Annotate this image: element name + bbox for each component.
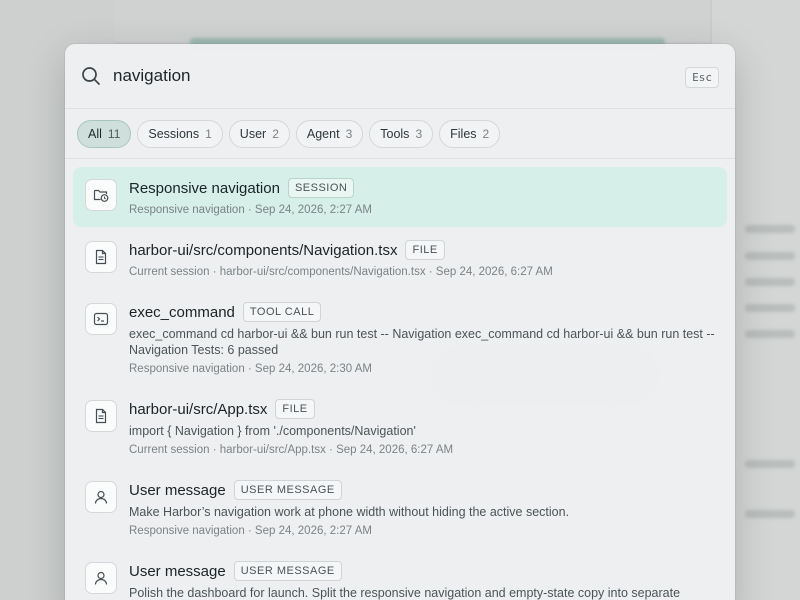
result-title: User message <box>129 481 226 499</box>
result-title: harbor-ui/src/App.tsx <box>129 400 268 418</box>
filter-label: Files <box>450 126 477 141</box>
background-header <box>115 0 710 42</box>
user-icon <box>85 562 117 594</box>
filter-chip-tools[interactable]: Tools 3 <box>369 119 434 148</box>
background-line <box>745 252 795 260</box>
result-snippet: Polish the dashboard for launch. Split t… <box>129 586 681 600</box>
filter-count: 1 <box>205 126 212 141</box>
filter-chips: All 11 Sessions 1 User 2 Agent 3 Tools 3 File… <box>65 109 735 159</box>
result-title: harbor-ui/src/components/Navigation.tsx <box>129 241 398 259</box>
filter-label: User <box>239 126 267 141</box>
user-icon <box>85 481 117 513</box>
results-list: Responsive navigation SESSION Responsive… <box>65 159 735 600</box>
filter-count: 3 <box>415 126 423 141</box>
search-bar: navigation Esc <box>65 44 735 109</box>
result-snippet: exec_command cd harbor-ui && bun run tes… <box>129 327 715 357</box>
filter-label: Sessions <box>148 126 200 141</box>
filter-chip-all[interactable]: All 11 <box>77 119 132 148</box>
result-item[interactable]: Responsive navigation SESSION Responsive… <box>73 167 727 227</box>
result-meta: Responsive navigation · Sep 24, 2026, 2:… <box>129 204 372 216</box>
result-title: Responsive navigation <box>129 179 280 197</box>
filter-chip-files[interactable]: Files 2 <box>439 119 501 148</box>
filter-count: 2 <box>272 126 279 141</box>
filter-chip-agent[interactable]: Agent 3 <box>295 119 364 148</box>
result-item[interactable]: User message USER MESSAGE Polish the das… <box>73 550 727 600</box>
search-input[interactable]: navigation <box>113 66 719 86</box>
folder-clock-icon <box>85 179 117 211</box>
filter-label: Tools <box>380 126 410 141</box>
result-meta: Current session · harbor-ui/src/App.tsx … <box>129 444 454 456</box>
result-item[interactable]: exec_command TOOL CALL exec_command cd h… <box>73 291 727 386</box>
result-type-badge: USER MESSAGE <box>233 561 342 581</box>
result-type-badge: TOOL CALL <box>242 302 322 322</box>
background-line <box>745 460 795 468</box>
command-palette: navigation Esc All 11 Sessions 1 User 2 Age… <box>65 44 735 600</box>
background-line <box>745 304 795 312</box>
filter-label: All <box>88 126 102 141</box>
result-title: User message <box>129 562 226 580</box>
result-meta: Current session · harbor-ui/src/componen… <box>129 266 553 278</box>
search-icon <box>81 66 101 86</box>
result-title: exec_command <box>129 303 235 321</box>
file-icon <box>85 400 117 432</box>
filter-count: 11 <box>107 126 121 141</box>
background-line <box>745 510 795 518</box>
filter-chip-sessions[interactable]: Sessions 1 <box>137 119 223 148</box>
file-icon <box>85 241 117 273</box>
result-item[interactable]: User message USER MESSAGE Make Harbor’s … <box>73 469 727 548</box>
filter-chip-user[interactable]: User 2 <box>228 119 290 148</box>
result-meta: Responsive navigation · Sep 24, 2026, 2:… <box>129 525 372 537</box>
esc-button[interactable]: Esc <box>685 67 719 88</box>
result-type-badge: SESSION <box>287 178 355 198</box>
result-meta: Responsive navigation · Sep 24, 2026, 2:… <box>129 363 372 375</box>
result-snippet: import { Navigation } from './components… <box>129 424 416 438</box>
background-line <box>745 278 795 286</box>
filter-count: 2 <box>482 126 490 141</box>
result-type-badge: FILE <box>275 399 315 419</box>
result-snippet: Make Harbor’s navigation work at phone w… <box>129 505 570 519</box>
filter-count: 3 <box>345 126 353 141</box>
background-line <box>745 225 795 233</box>
result-item[interactable]: harbor-ui/src/App.tsx FILE import { Navi… <box>73 388 727 467</box>
result-item[interactable]: harbor-ui/src/components/Navigation.tsx … <box>73 229 727 289</box>
terminal-icon <box>85 303 117 335</box>
result-type-badge: FILE <box>405 240 445 260</box>
result-type-badge: USER MESSAGE <box>233 480 342 500</box>
filter-label: Agent <box>306 126 340 141</box>
background-line <box>745 330 795 338</box>
